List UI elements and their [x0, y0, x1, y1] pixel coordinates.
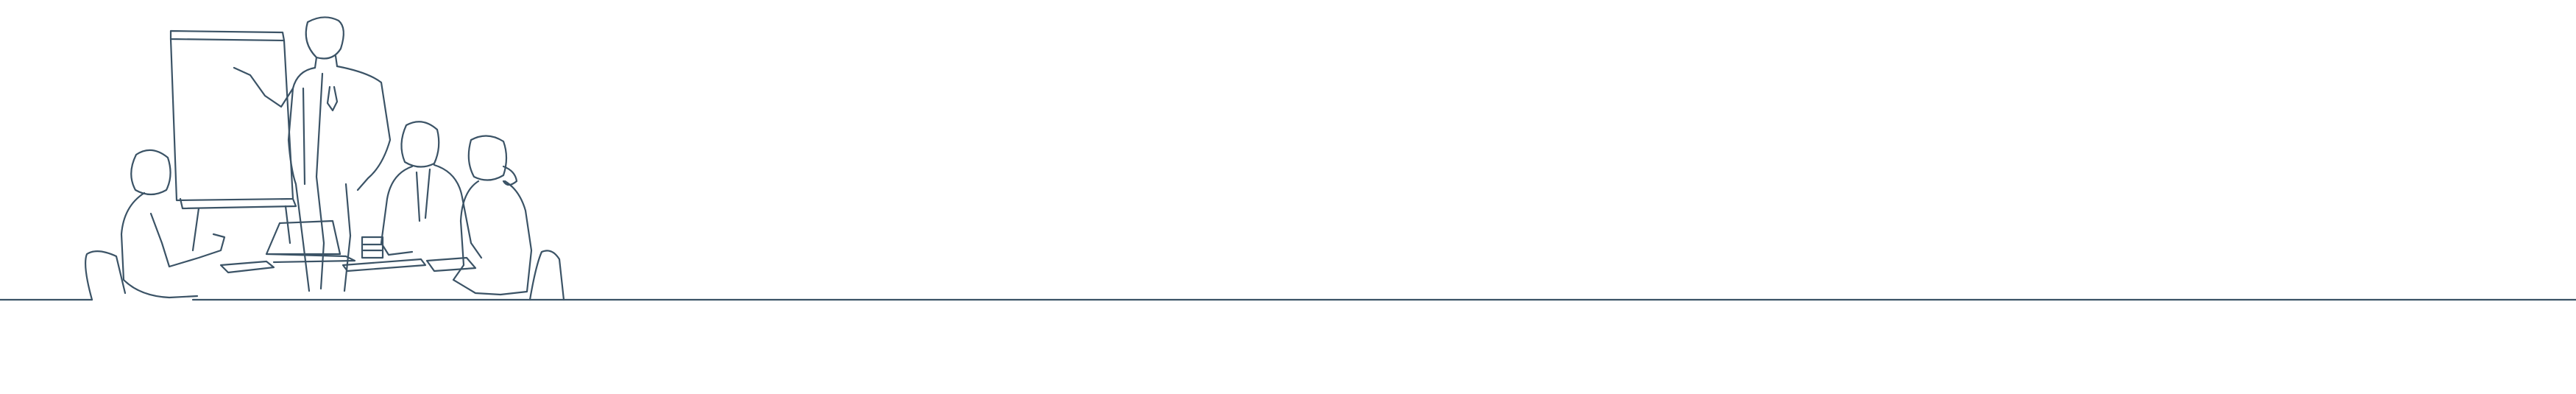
flip-chart	[169, 29, 297, 252]
line-art-banner	[0, 0, 2576, 394]
meeting-line-illustration	[0, 16, 2576, 301]
table-items	[219, 219, 477, 274]
seated-woman-right	[452, 135, 565, 301]
seated-woman-left	[85, 149, 226, 301]
seated-man-middle	[380, 121, 483, 259]
